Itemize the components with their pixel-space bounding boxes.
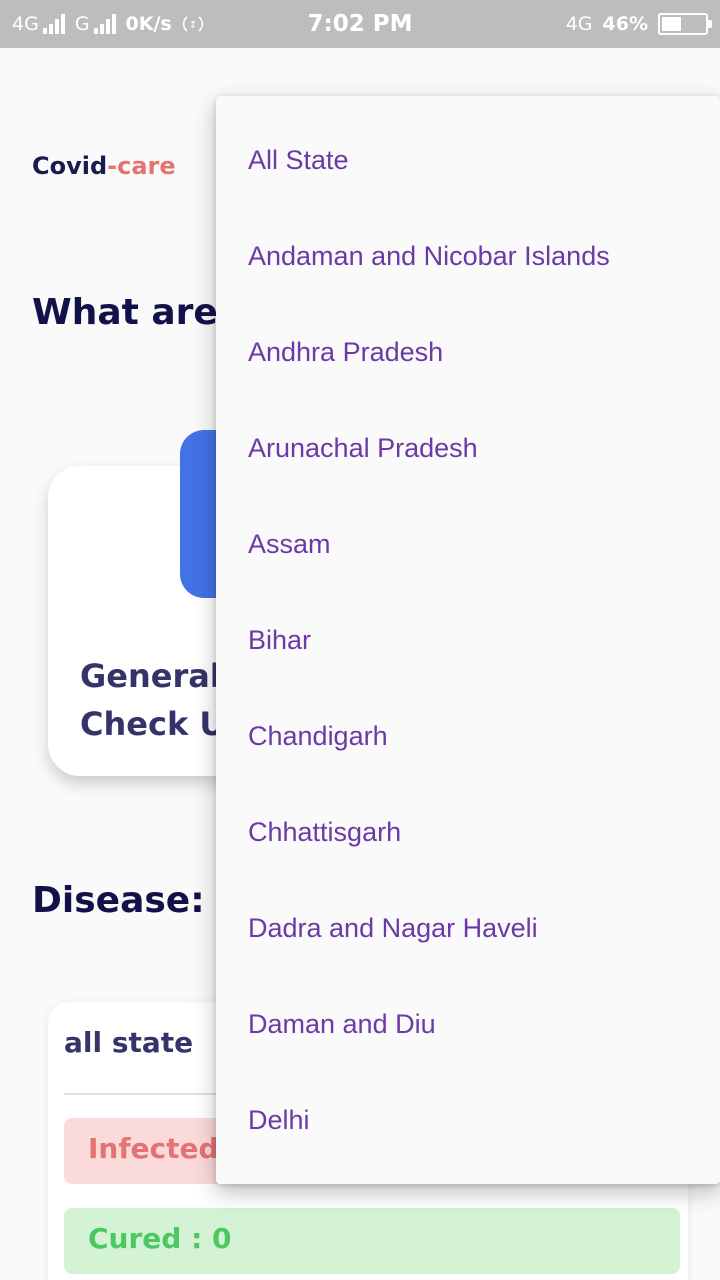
dropdown-item-chhattisgarh[interactable]: Chhattisgarh [216,784,720,880]
dropdown-item-andaman-and-nicobar-islands[interactable]: Andaman and Nicobar Islands [216,208,720,304]
dropdown-item-daman-and-diu[interactable]: Daman and Diu [216,976,720,1072]
dropdown-item-chandigarh[interactable]: Chandigarh [216,688,720,784]
status-right: 4G 46% [565,0,712,48]
brand-suffix: -care [107,152,176,180]
battery-percent: 46% [602,13,648,35]
dropdown-item-all-state[interactable]: All State [216,112,720,208]
battery-icon [658,13,712,35]
battery-fill [662,17,681,31]
dropdown-item-arunachal-pradesh[interactable]: Arunachal Pradesh [216,400,720,496]
dropdown-item-dadra-and-nagar-haveli[interactable]: Dadra and Nagar Haveli [216,880,720,976]
dropdown-item-delhi[interactable]: Delhi [216,1072,720,1168]
status-bar: 4G G 0K/s ↕ 7:02 PM 4G 46% [0,0,720,48]
dropdown-item-andhra-pradesh[interactable]: Andhra Pradesh [216,304,720,400]
cured-count: Cured : 0 [88,1222,232,1255]
network-right-label: 4G [565,13,593,35]
disease-title: Disease: C [32,880,244,921]
brand-prefix: Covid [32,152,108,180]
state-dropdown-menu[interactable]: All State Andaman and Nicobar Islands An… [216,96,720,1184]
dropdown-item-bihar[interactable]: Bihar [216,592,720,688]
app-brand: Covid-care [32,152,176,180]
dropdown-item-assam[interactable]: Assam [216,496,720,592]
state-selector[interactable]: all state [64,1026,193,1059]
